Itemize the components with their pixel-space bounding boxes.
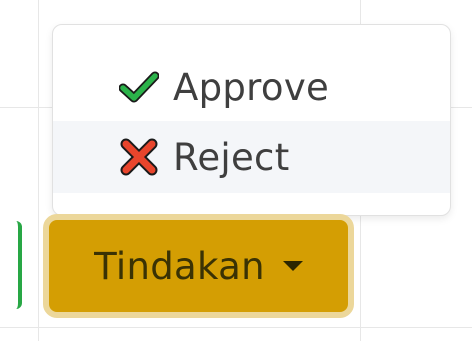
table-grid-line: [0, 327, 472, 328]
action-dropdown-menu: Approve Reject: [52, 24, 451, 216]
check-icon: [119, 67, 159, 107]
menu-item-reject[interactable]: Reject: [53, 121, 450, 193]
menu-item-approve[interactable]: Approve: [53, 51, 450, 123]
menu-item-label: Approve: [173, 65, 330, 109]
menu-item-label: Reject: [173, 135, 290, 179]
tindakan-dropdown-button[interactable]: Tindakan: [43, 214, 354, 318]
button-label: Tindakan: [94, 244, 265, 288]
table-grid-line: [38, 0, 39, 341]
x-icon: [119, 137, 159, 177]
caret-down-icon: [282, 261, 303, 271]
action-dropdown-screen: Approve Reject Tindakan: [0, 0, 472, 341]
adjacent-button-edge[interactable]: [10, 221, 22, 309]
